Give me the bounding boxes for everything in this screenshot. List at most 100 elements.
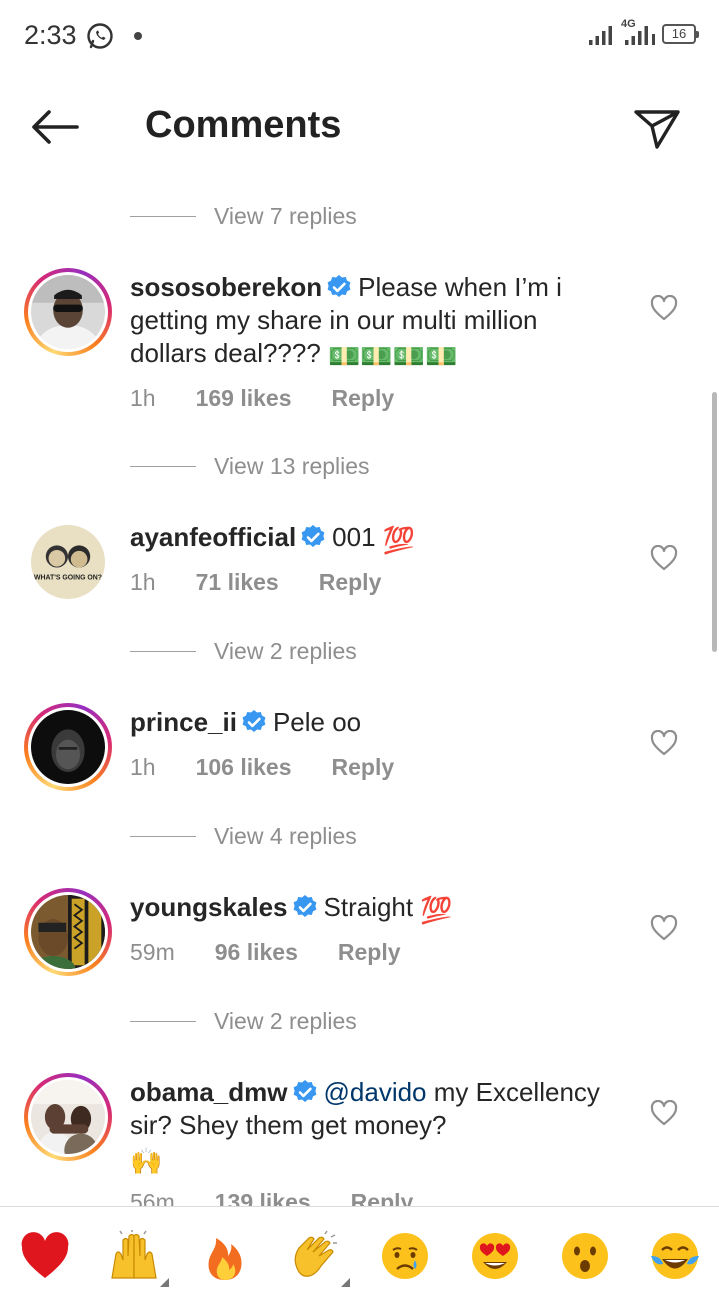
comment-content: obama_dmw @davido my Excellency sir? Shey… (130, 1076, 620, 1178)
view-replies-label: View 4 replies (214, 822, 357, 849)
reply-button[interactable]: Reply (319, 569, 382, 596)
verified-badge-icon (327, 275, 351, 297)
like-heart-icon[interactable] (650, 1100, 678, 1126)
raising-hands-emoji: 🙌 (130, 1146, 163, 1176)
tears-of-joy-emoji-icon (651, 1233, 699, 1279)
divider-line (130, 1020, 196, 1022)
comment-time: 1h (130, 753, 156, 780)
view-replies-label: View 13 replies (214, 452, 370, 479)
divider-line (130, 650, 196, 652)
emoji-heart-eyes-button[interactable] (468, 1229, 522, 1283)
view-replies-label: View 2 replies (214, 637, 357, 664)
verified-badge-icon (293, 1080, 316, 1102)
divider-line (130, 215, 196, 217)
avatar[interactable] (24, 268, 112, 356)
comment-username[interactable]: sososoberekon (130, 272, 322, 302)
status-bar: 2:33 4G 16 (0, 0, 719, 72)
notification-dot (134, 32, 142, 40)
comments-header: Comments (0, 72, 719, 182)
emoji-crying-button[interactable] (378, 1229, 432, 1283)
comment-content: ayanfeofficial 001 💯 (130, 521, 620, 557)
comment-likes[interactable]: 96 likes (215, 939, 298, 966)
comment-username[interactable]: obama_dmw (130, 1077, 288, 1107)
comment-likes[interactable]: 71 likes (196, 569, 279, 596)
view-replies-button[interactable]: View 4 replies (130, 819, 357, 853)
skin-tone-indicator (341, 1278, 350, 1287)
like-heart-icon[interactable] (650, 545, 678, 571)
view-replies-button[interactable]: View 2 replies (130, 634, 357, 668)
reply-button[interactable]: Reply (338, 939, 401, 966)
emoji-heart-button[interactable] (18, 1229, 72, 1283)
comment-likes[interactable]: 169 likes (196, 385, 292, 412)
view-replies-button[interactable]: View 7 replies (130, 199, 357, 233)
like-heart-icon[interactable] (650, 730, 678, 756)
emoji-clapping-button[interactable] (288, 1229, 350, 1287)
comment-likes[interactable]: 106 likes (196, 754, 292, 781)
view-replies-label: View 7 replies (214, 202, 357, 229)
reply-button[interactable]: Reply (332, 385, 395, 412)
view-replies-button[interactable]: View 2 replies (130, 1004, 357, 1038)
avatar-caption: WHAT'S GOING ON? (34, 575, 102, 582)
page-title: Comments (145, 104, 342, 146)
comment-content: youngskales Straight 💯 (130, 891, 620, 927)
divider-line (130, 465, 196, 467)
comment-time: 1h (130, 568, 156, 595)
comment-meta: 1h 169 likes Reply (130, 383, 394, 413)
avatar[interactable] (24, 1073, 112, 1161)
emoji-surprised-button[interactable] (558, 1229, 612, 1283)
comment-meta: 1h 106 likes Reply (130, 752, 394, 782)
verified-badge-icon (301, 525, 325, 547)
profile-photo: WHAT'S GOING ON? (31, 525, 105, 599)
whatsapp-icon (87, 23, 113, 49)
comment-content: prince_ii Pele oo (130, 706, 620, 739)
surprised-face-emoji-icon (562, 1233, 608, 1279)
paper-plane-icon (634, 110, 680, 149)
verified-badge-icon (242, 710, 266, 732)
battery-indicator: 16 (662, 24, 699, 44)
signal-icon-sim2 (625, 26, 655, 45)
comment-time: 1h (130, 384, 156, 411)
skin-tone-indicator (160, 1278, 169, 1287)
hundred-points-emoji: 💯 (382, 525, 416, 555)
share-button[interactable] (630, 102, 684, 156)
raising-hands-emoji-icon (111, 1230, 157, 1279)
comment-text: Pele oo (272, 707, 362, 737)
emoji-tears-of-joy-button[interactable] (648, 1229, 702, 1283)
clapping-hands-emoji-icon (294, 1230, 337, 1277)
avatar[interactable] (24, 888, 112, 976)
hundred-points-emoji: 💯 (420, 895, 453, 925)
back-button[interactable] (28, 102, 82, 152)
emoji-raising-hands-button[interactable] (107, 1229, 169, 1287)
comment-text: 001 (332, 522, 376, 552)
emoji-fire-button[interactable] (198, 1229, 252, 1283)
view-replies-button[interactable]: View 13 replies (130, 449, 370, 483)
avatar[interactable] (24, 703, 112, 791)
divider-line (130, 835, 196, 837)
avatar[interactable]: WHAT'S GOING ON? (24, 518, 112, 606)
profile-photo (31, 710, 105, 784)
scrollbar-thumb[interactable] (712, 392, 717, 652)
like-heart-icon[interactable] (650, 915, 678, 941)
profile-photo (31, 1080, 105, 1154)
fire-emoji-icon (208, 1238, 242, 1280)
profile-photo (31, 275, 105, 349)
verified-badge-icon (293, 895, 316, 917)
mention-link[interactable]: @davido (324, 1077, 427, 1107)
status-time: 2:33 (24, 20, 77, 50)
signal-icon-sim1 (589, 26, 612, 45)
emoji-reaction-bar (0, 1206, 719, 1302)
comment-time: 59m (130, 938, 175, 965)
comment-meta: 1h 71 likes Reply (130, 567, 381, 597)
comment-username[interactable]: ayanfeofficial (130, 522, 296, 552)
back-arrow-icon (32, 110, 79, 144)
crying-face-emoji-icon (382, 1233, 428, 1279)
comment-username[interactable]: youngskales (130, 892, 288, 922)
dollar-bills-emoji: 💵💵💵💵 (328, 341, 458, 371)
comment-content: sososoberekon Please when I’m i getting m… (130, 271, 620, 373)
view-replies-label: View 2 replies (214, 1007, 357, 1034)
like-heart-icon[interactable] (650, 295, 678, 321)
profile-photo (31, 895, 105, 969)
comment-username[interactable]: prince_ii (130, 707, 237, 737)
comment-text: Straight (323, 892, 414, 922)
reply-button[interactable]: Reply (332, 754, 395, 781)
